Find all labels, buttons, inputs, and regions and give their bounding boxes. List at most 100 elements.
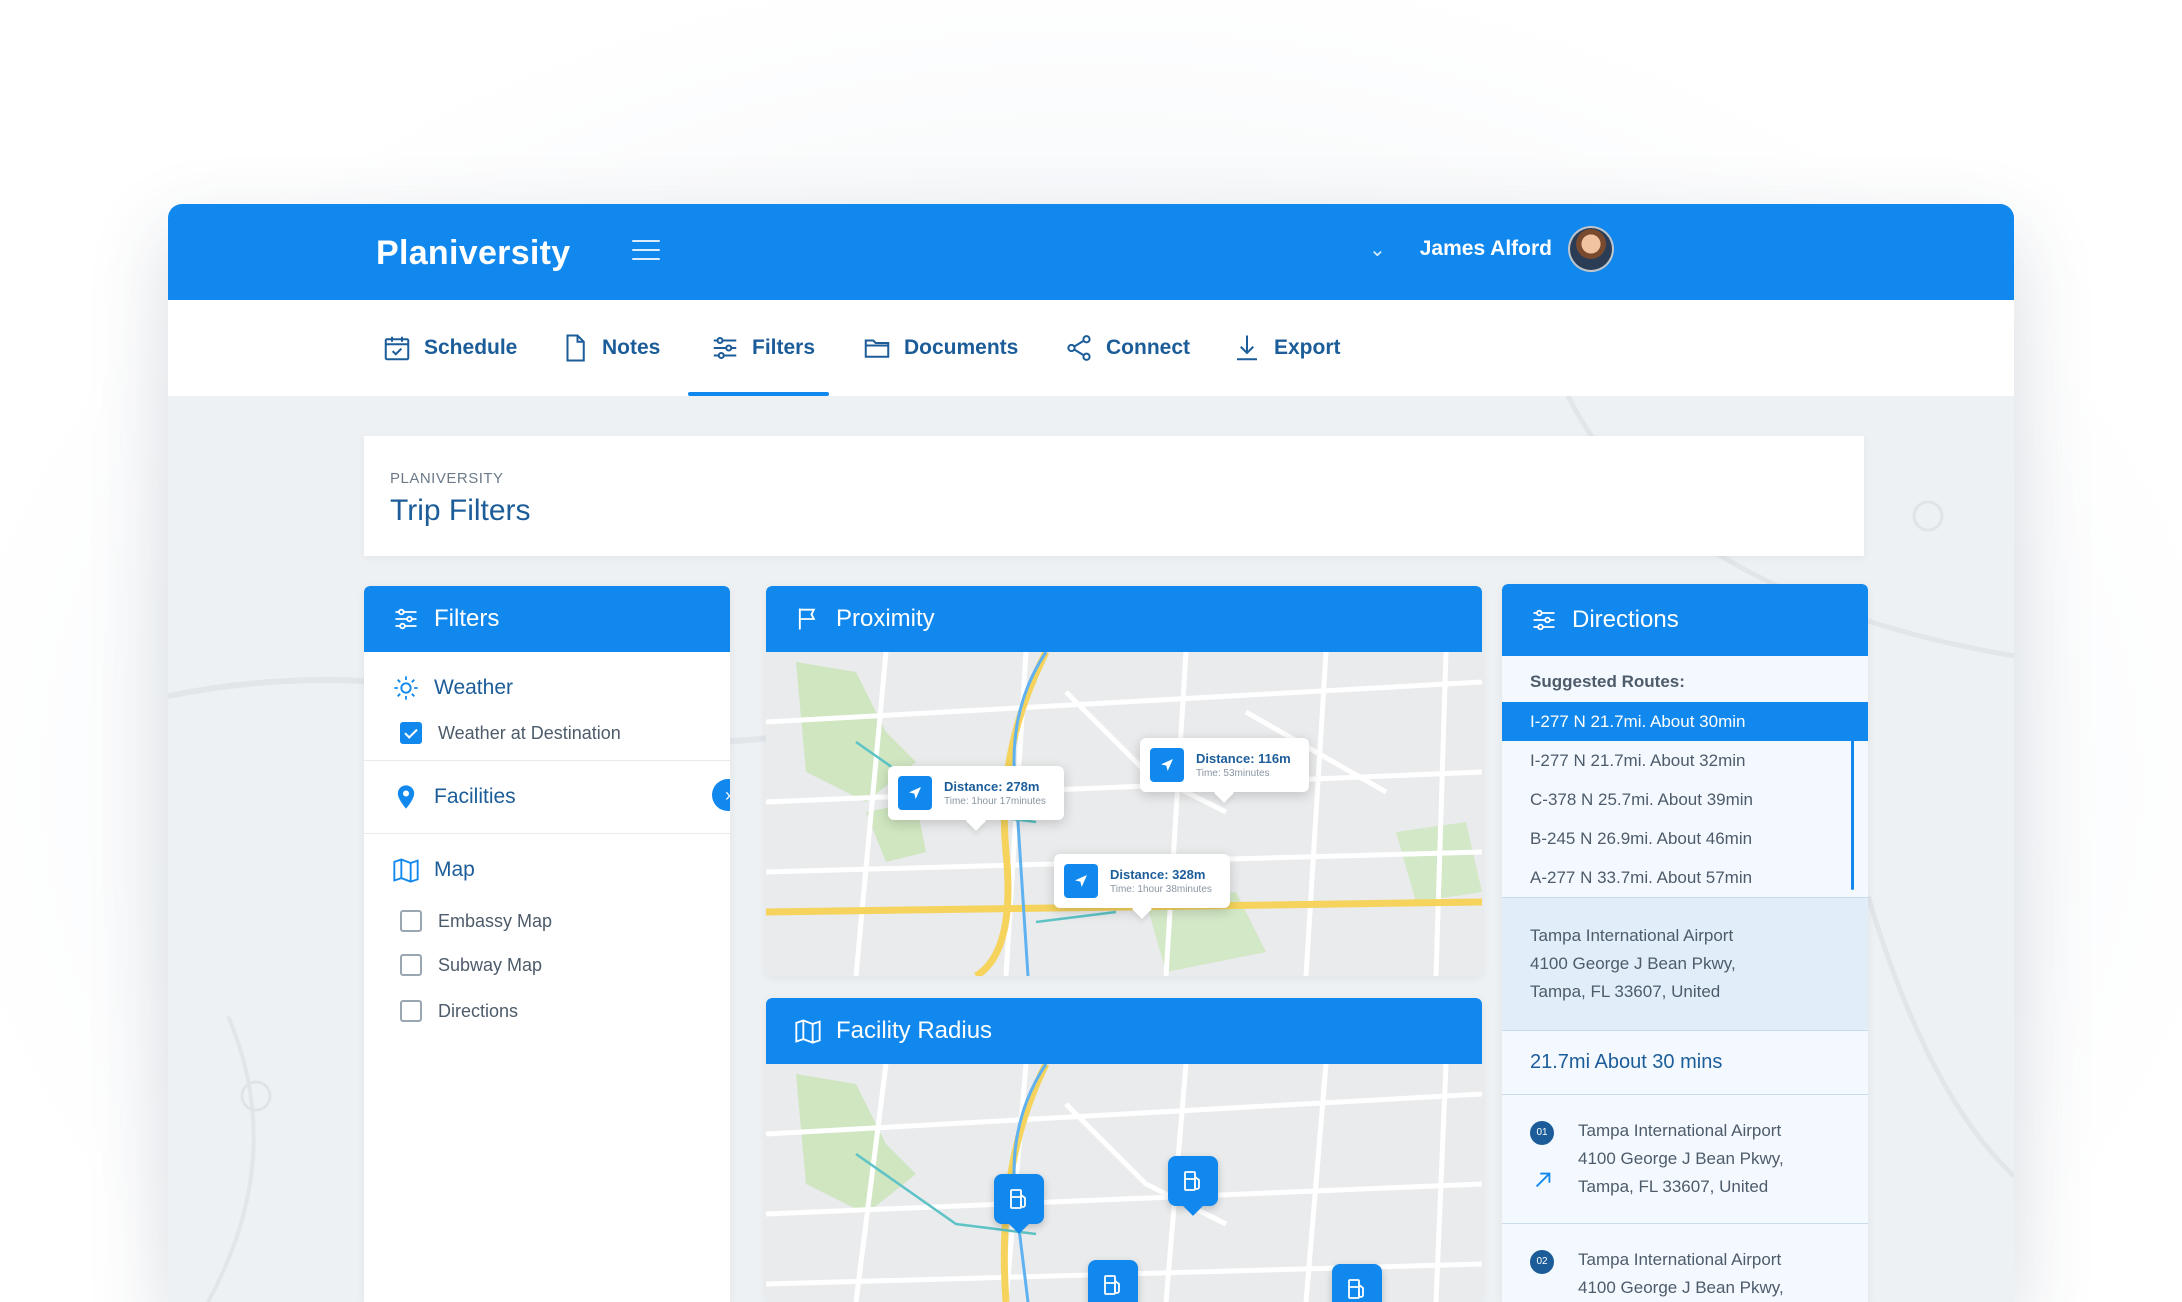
directions-panel: Directions Suggested Routes: I-277 N 21.… bbox=[1502, 584, 1868, 1302]
filters-panel-title: Filters bbox=[434, 605, 500, 632]
route-list[interactable]: I-277 N 21.7mi. About 30min I-277 N 21.7… bbox=[1502, 702, 1868, 897]
share-icon bbox=[1067, 335, 1091, 361]
embassy-map-checkbox[interactable]: Embassy Map bbox=[400, 910, 702, 932]
fuel-station-marker[interactable] bbox=[1168, 1156, 1218, 1206]
tab-documents[interactable]: Documents bbox=[862, 300, 1018, 396]
route-option[interactable]: C-378 N 25.7mi. About 39min bbox=[1502, 780, 1868, 819]
checkbox-label: Directions bbox=[438, 1000, 519, 1021]
tab-schedule[interactable]: Schedule bbox=[382, 300, 517, 396]
subway-map-checkbox[interactable]: Subway Map bbox=[400, 954, 702, 976]
tab-export[interactable]: Export bbox=[1232, 300, 1341, 396]
address-line: Tampa, FL 33607, United bbox=[1530, 982, 1721, 1001]
address-line: Tampa International Airport bbox=[1530, 926, 1734, 945]
filter-section-map: Map Embassy Map Subway Map Directions bbox=[364, 834, 730, 1038]
step-number: 01 bbox=[1530, 1121, 1554, 1145]
tab-connect[interactable]: Connect bbox=[1064, 300, 1190, 396]
tab-notes[interactable]: Notes bbox=[560, 300, 660, 396]
directions-panel-title: Directions bbox=[1572, 606, 1679, 633]
sun-icon bbox=[394, 676, 418, 700]
fuel-station-marker[interactable] bbox=[994, 1174, 1044, 1224]
fuel-station-marker[interactable] bbox=[1332, 1264, 1382, 1302]
checkbox-label: Embassy Map bbox=[438, 910, 553, 931]
facilities-expand-button[interactable]: › bbox=[712, 779, 730, 811]
flag-icon bbox=[798, 608, 816, 630]
checkbox-unchecked[interactable] bbox=[400, 1000, 422, 1022]
facilities-heading[interactable]: Facilities bbox=[392, 783, 702, 811]
checkbox-label: Weather at Destination bbox=[438, 722, 621, 743]
fuel-pump-icon bbox=[1348, 1279, 1364, 1299]
page-title-card: PLANIVERSITY Trip Filters bbox=[364, 436, 1864, 556]
weather-at-destination-checkbox[interactable]: Weather at Destination bbox=[400, 722, 702, 744]
proximity-map[interactable]: Distance: 278m Time: 1hour 17minutes Dist… bbox=[766, 652, 1482, 976]
avatar[interactable] bbox=[1568, 226, 1614, 272]
navigation-arrow-icon bbox=[898, 776, 932, 810]
checkbox-checked[interactable] bbox=[400, 722, 422, 744]
download-icon bbox=[1237, 335, 1257, 361]
facility-radius-panel-header: Facility Radius bbox=[766, 998, 1482, 1064]
directions-checkbox[interactable]: Directions bbox=[400, 1000, 702, 1022]
facility-radius-map[interactable] bbox=[766, 1064, 1482, 1302]
checkbox-unchecked[interactable] bbox=[400, 954, 422, 976]
sliders-icon bbox=[713, 337, 737, 359]
navigation-arrow-icon bbox=[1150, 748, 1184, 782]
proximity-marker[interactable]: Distance: 278m Time: 1hour 17minutes bbox=[888, 766, 1064, 820]
fuel-pump-icon bbox=[1010, 1189, 1026, 1209]
checkbox-label: Subway Map bbox=[438, 954, 543, 975]
tab-filters-label: Filters bbox=[752, 336, 816, 359]
proximity-marker[interactable]: Distance: 116m Time: 53minutes bbox=[1140, 738, 1309, 792]
proximity-marker[interactable]: Distance: 328m Time: 1hour 38minutes bbox=[1054, 854, 1230, 908]
map-icon bbox=[393, 858, 419, 883]
location-pin-icon bbox=[397, 785, 415, 809]
user-menu[interactable]: ⌄ James Alford bbox=[1369, 226, 1614, 272]
map-canvas bbox=[766, 652, 1482, 976]
tab-documents-label: Documents bbox=[904, 336, 1019, 359]
facility-radius-panel-title: Facility Radius bbox=[836, 1017, 993, 1044]
sliders-icon bbox=[1533, 609, 1555, 631]
facility-radius-panel: Facility Radius bbox=[766, 998, 1482, 1302]
tab-filters[interactable]: Filters bbox=[687, 300, 830, 396]
proximity-panel-title: Proximity bbox=[836, 605, 935, 632]
checkbox-unchecked[interactable] bbox=[400, 910, 422, 932]
route-option[interactable]: A-277 N 33.7mi. About 57min bbox=[1502, 858, 1868, 897]
direction-step[interactable]: 02 Tampa International Airport 4100 Geor… bbox=[1502, 1224, 1868, 1302]
breadcrumb[interactable]: PLANIVERSITY bbox=[390, 470, 504, 487]
suggested-routes-label: Suggested Routes: bbox=[1502, 656, 1868, 702]
brand-logo[interactable]: Planiversity bbox=[376, 234, 571, 273]
proximity-panel-header: Proximity bbox=[766, 586, 1482, 652]
route-option[interactable]: B-245 N 26.9mi. About 46min bbox=[1502, 819, 1868, 858]
destination-address: Tampa International Airport 4100 George … bbox=[1502, 897, 1868, 1031]
step-line: 4100 George J Bean Pkwy, bbox=[1578, 1149, 1784, 1168]
route-list-scrollbar[interactable] bbox=[1851, 706, 1854, 890]
marker-time: Time: 53minutes bbox=[1196, 768, 1270, 779]
document-icon bbox=[566, 334, 585, 362]
tab-connect-label: Connect bbox=[1106, 336, 1190, 359]
fuel-station-marker[interactable] bbox=[1088, 1260, 1138, 1302]
step-line: Tampa International Airport bbox=[1578, 1250, 1782, 1269]
marker-distance: Distance: 116m bbox=[1196, 751, 1291, 766]
tab-bar: Schedule Notes Filters Documents Connect… bbox=[168, 300, 2014, 396]
marker-distance: Distance: 278m bbox=[944, 779, 1040, 794]
map-heading[interactable]: Map bbox=[392, 856, 702, 884]
direction-step[interactable]: 01 Tampa International Airport 4100 Geor… bbox=[1502, 1095, 1868, 1224]
folder-open-icon bbox=[864, 339, 890, 358]
calendar-check-icon bbox=[384, 336, 410, 361]
user-name[interactable]: James Alford bbox=[1420, 237, 1552, 261]
step-line: 4100 George J Bean Pkwy, bbox=[1578, 1278, 1784, 1297]
tab-export-label: Export bbox=[1274, 336, 1341, 359]
weather-heading[interactable]: Weather bbox=[392, 674, 702, 702]
app-window: Planiversity ⌄ James Alford Schedule Not… bbox=[168, 204, 2014, 1302]
filters-panel: Filters Weather Weather at Destination F… bbox=[364, 586, 730, 1302]
filter-section-facilities: Facilities › bbox=[364, 761, 730, 834]
page-title: Trip Filters bbox=[390, 494, 531, 527]
directions-panel-header: Directions bbox=[1502, 584, 1868, 656]
step-line: Tampa, FL 33607, United bbox=[1578, 1177, 1769, 1196]
route-option[interactable]: I-277 N 21.7mi. About 32min bbox=[1502, 741, 1868, 780]
marker-distance: Distance: 328m bbox=[1110, 867, 1206, 882]
route-option[interactable]: I-277 N 21.7mi. About 30min bbox=[1502, 702, 1868, 741]
chevron-down-icon[interactable]: ⌄ bbox=[1369, 237, 1386, 262]
step-number: 02 bbox=[1530, 1250, 1554, 1274]
proximity-panel: Proximity Distance: 278m Time: 1hour 17m… bbox=[766, 586, 1482, 976]
fuel-pump-icon bbox=[1104, 1275, 1120, 1295]
facilities-label: Facilities bbox=[434, 785, 516, 808]
menu-toggle-icon[interactable] bbox=[632, 240, 660, 262]
